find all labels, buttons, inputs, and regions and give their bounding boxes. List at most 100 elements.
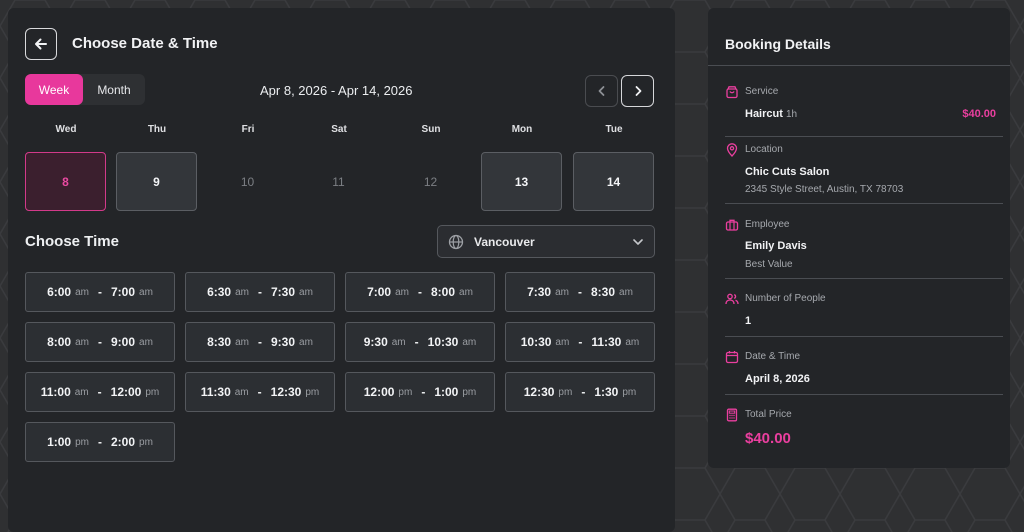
slot-start: 6:30 (207, 285, 232, 299)
datetime-label: Date & Time (745, 351, 801, 362)
day-cell[interactable]: 9 (116, 152, 197, 211)
slot-start-ampm: am (395, 286, 409, 298)
weekday-header: Sun (421, 124, 441, 135)
service-name-text: Haircut (745, 108, 783, 120)
time-slot[interactable]: 7:30 am -8:30 am (505, 272, 655, 312)
slot-end-ampm: am (139, 336, 153, 348)
slot-dash: - (98, 335, 102, 349)
slot-start: 8:00 (47, 335, 72, 349)
slot-end: 12:00 (110, 385, 142, 399)
view-toggle: Week Month (25, 74, 145, 105)
slot-start-ampm: am (75, 336, 89, 348)
day-cell-unavailable: 11 (332, 174, 345, 189)
slot-end: 10:30 (427, 335, 459, 349)
slot-end-ampm: pm (305, 386, 320, 398)
employee-note: Best Value (745, 259, 793, 270)
slot-start-ampm: am (235, 336, 249, 348)
day-cell-unavailable: 12 (423, 174, 438, 189)
day-cell-selected[interactable]: 8 (25, 152, 106, 211)
time-slot[interactable]: 11:30 am -12:30 pm (185, 372, 335, 412)
slot-dash: - (418, 285, 422, 299)
divider (725, 278, 1003, 279)
slot-end: 1:00 (434, 385, 459, 399)
slot-start: 7:30 (527, 285, 552, 299)
slot-end: 12:30 (270, 385, 302, 399)
time-slot[interactable]: 6:00 am -7:00 am (25, 272, 175, 312)
timezone-value: Vancouver (474, 234, 535, 249)
date-time-panel: Choose Date & Time Week Month Apr 8, 202… (8, 8, 675, 532)
slot-end-ampm: pm (622, 386, 637, 398)
date-range-label: Apr 8, 2026 - Apr 14, 2026 (260, 83, 413, 98)
users-icon (725, 293, 739, 305)
location-label: Location (745, 144, 783, 155)
previous-week-button[interactable] (585, 75, 618, 107)
slot-dash: - (257, 385, 262, 399)
slot-end-ampm: pm (139, 436, 153, 448)
slot-start-ampm: am (235, 286, 249, 298)
slot-dash: - (581, 385, 586, 399)
slot-start-ampm: am (234, 386, 249, 398)
globe-icon (448, 234, 464, 249)
map-pin-icon (726, 143, 738, 157)
time-slot[interactable]: 12:30 pm -1:30 pm (505, 372, 655, 412)
slot-dash: - (414, 335, 419, 349)
slot-start-ampm: pm (398, 386, 413, 398)
slot-end-ampm: am (299, 286, 313, 298)
service-label: Service (745, 86, 779, 97)
weekday-header: Sat (331, 124, 347, 135)
booking-details-title: Booking Details (725, 36, 831, 52)
time-slot[interactable]: 1:00 pm -2:00 pm (25, 422, 175, 462)
timezone-select[interactable]: Vancouver (437, 225, 655, 258)
day-cell[interactable]: 13 (481, 152, 562, 211)
slot-dash: - (578, 335, 583, 349)
slot-dash: - (258, 335, 262, 349)
slot-start: 1:00 (47, 435, 72, 449)
location-address: 2345 Style Street, Austin, TX 78703 (745, 184, 904, 195)
back-button[interactable] (25, 28, 57, 60)
time-slot[interactable]: 9:30 am -10:30 am (345, 322, 495, 362)
slot-start: 10:30 (520, 335, 552, 349)
slot-end: 9:00 (111, 335, 136, 349)
time-slot[interactable]: 8:30 am -9:30 am (185, 322, 335, 362)
day-cell[interactable]: 14 (573, 152, 654, 211)
shopping-bag-icon (726, 86, 738, 99)
total-label: Total Price (745, 409, 792, 420)
slot-dash: - (98, 285, 102, 299)
time-slot[interactable]: 8:00 am -9:00 am (25, 322, 175, 362)
month-view-button[interactable]: Month (83, 74, 145, 105)
slot-dash: - (98, 435, 102, 449)
slot-start: 11:00 (40, 385, 71, 399)
week-view-button[interactable]: Week (25, 74, 83, 105)
time-slot[interactable]: 11:00 am -12:00 pm (25, 372, 175, 412)
divider (708, 65, 1010, 66)
chevron-right-icon (635, 86, 641, 96)
service-duration: 1h (785, 109, 798, 120)
slot-end: 7:00 (111, 285, 136, 299)
service-name: Haircut 1h (745, 108, 797, 120)
time-slot[interactable]: 6:30 am -7:30 am (185, 272, 335, 312)
slot-end: 8:30 (591, 285, 616, 299)
time-slot[interactable]: 10:30 am -11:30 am (505, 322, 655, 362)
slot-start: 8:30 (207, 335, 232, 349)
slot-end-ampm: am (139, 286, 153, 298)
slot-dash: - (258, 285, 262, 299)
people-label: Number of People (745, 293, 826, 304)
slot-start: 12:00 (363, 385, 395, 399)
slot-start-ampm: am (74, 386, 89, 398)
slot-dash: - (421, 385, 426, 399)
people-value: 1 (745, 315, 752, 327)
slot-end-ampm: pm (462, 386, 477, 398)
time-slot[interactable]: 7:00 am -8:00 am (345, 272, 495, 312)
weekday-header: Fri (241, 124, 255, 135)
calendar-icon (725, 351, 739, 364)
time-slot[interactable]: 12:00 pm -1:00 pm (345, 372, 495, 412)
slot-end: 9:30 (271, 335, 296, 349)
location-name: Chic Cuts Salon (745, 166, 830, 178)
total-value: $40.00 (745, 430, 791, 447)
slot-end: 8:00 (431, 285, 456, 299)
slot-dash: - (578, 285, 582, 299)
slot-start-ampm: am (555, 286, 569, 298)
next-week-button[interactable] (621, 75, 654, 107)
choose-time-heading: Choose Time (25, 233, 119, 250)
slot-end: 1:30 (594, 385, 619, 399)
